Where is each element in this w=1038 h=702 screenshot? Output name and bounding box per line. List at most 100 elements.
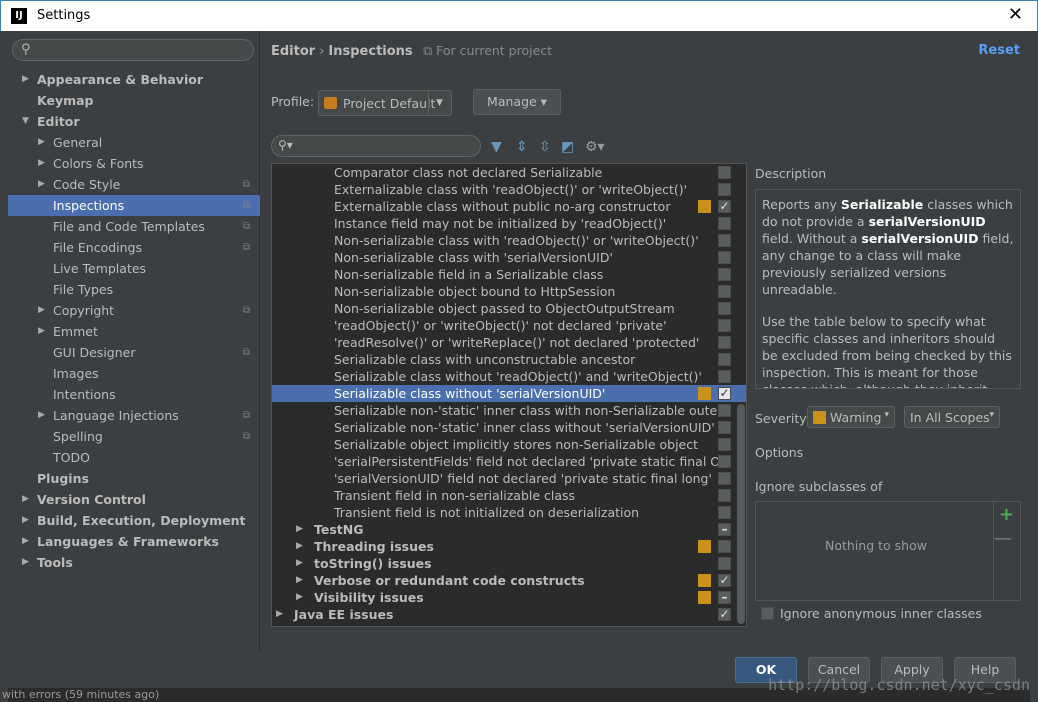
- inspection-row[interactable]: Serializable non-'static' inner class wi…: [272, 402, 746, 419]
- inspection-checkbox[interactable]: [718, 251, 731, 264]
- inspection-row[interactable]: ▶ Verbose or redundant code constructs ✓: [272, 572, 746, 589]
- inspection-checkbox[interactable]: [718, 285, 731, 298]
- sidebar-item[interactable]: ▶ Emmet: [8, 321, 260, 342]
- scope-dropdown[interactable]: In All Scopes ▾: [904, 406, 1000, 428]
- inspection-checkbox[interactable]: [718, 166, 731, 179]
- chevron-right-icon[interactable]: ▶: [22, 489, 29, 510]
- filter-icon[interactable]: ▼: [491, 139, 502, 155]
- sidebar-item[interactable]: ▶ Version Control: [8, 489, 260, 510]
- sidebar-item[interactable]: GUI Designer ⧉: [8, 342, 260, 363]
- inspection-row[interactable]: ▶ Threading issues: [272, 538, 746, 555]
- remove-icon[interactable]: —: [994, 528, 1012, 549]
- profile-dropdown[interactable]: Project Default ▼: [318, 90, 452, 116]
- inspection-checkbox[interactable]: –: [718, 523, 731, 536]
- inspection-checkbox[interactable]: [718, 302, 731, 315]
- inspection-checkbox[interactable]: [718, 455, 731, 468]
- ignore-subclasses-list[interactable]: Nothing to show + —: [755, 501, 1021, 601]
- inspection-row[interactable]: Non-serializable field in a Serializable…: [272, 266, 746, 283]
- inspection-row[interactable]: Serializable class with unconstructable …: [272, 351, 746, 368]
- sidebar-search-input[interactable]: ⚲: [12, 39, 254, 61]
- chevron-right-icon[interactable]: ▶: [276, 606, 283, 623]
- sidebar-item[interactable]: Images: [8, 363, 260, 384]
- inspection-search-input[interactable]: ⚲▾: [271, 135, 481, 157]
- inspection-checkbox[interactable]: [718, 506, 731, 519]
- sidebar-item[interactable]: Plugins: [8, 468, 260, 489]
- inspection-checkbox[interactable]: [718, 217, 731, 230]
- inspection-checkbox[interactable]: [718, 438, 731, 451]
- chevron-right-icon[interactable]: ▶: [38, 300, 45, 321]
- gear-icon[interactable]: ⚙▾: [585, 139, 605, 155]
- sidebar-item[interactable]: Live Templates: [8, 258, 260, 279]
- sidebar-item[interactable]: ▶ General: [8, 132, 260, 153]
- inspection-row[interactable]: 'readResolve()' or 'writeReplace()' not …: [272, 334, 746, 351]
- chevron-right-icon[interactable]: ▶: [38, 321, 45, 342]
- sidebar-item[interactable]: ▶ Colors & Fonts: [8, 153, 260, 174]
- sidebar-item[interactable]: Keymap: [8, 90, 260, 111]
- inspection-checkbox[interactable]: [718, 183, 731, 196]
- chevron-right-icon[interactable]: ▶: [296, 589, 303, 606]
- inspection-checkbox[interactable]: [718, 268, 731, 281]
- inspection-row[interactable]: Non-serializable class with 'serialVersi…: [272, 249, 746, 266]
- inspection-row[interactable]: Externalizable class with 'readObject()'…: [272, 181, 746, 198]
- sidebar-item[interactable]: ▶ Build, Execution, Deployment: [8, 510, 260, 531]
- reset-link[interactable]: Reset: [978, 43, 1020, 58]
- severity-dropdown[interactable]: Warning ▾: [807, 406, 895, 428]
- inspection-checkbox[interactable]: ✓: [718, 200, 731, 213]
- sidebar-item[interactable]: ▼ Editor: [8, 111, 260, 132]
- inspection-checkbox[interactable]: [718, 489, 731, 502]
- chevron-right-icon[interactable]: ▶: [296, 572, 303, 589]
- inspection-row[interactable]: 'readObject()' or 'writeObject()' not de…: [272, 317, 746, 334]
- inspection-row[interactable]: Comparator class not declared Serializab…: [272, 164, 746, 181]
- inspection-checkbox[interactable]: [718, 353, 731, 366]
- chevron-right-icon[interactable]: ▶: [296, 538, 303, 555]
- sidebar-item[interactable]: File Types: [8, 279, 260, 300]
- inspection-row[interactable]: Serializable class without 'readObject()…: [272, 368, 746, 385]
- ignore-anonymous-checkbox[interactable]: [761, 607, 774, 620]
- inspection-checkbox[interactable]: [718, 234, 731, 247]
- inspection-checkbox[interactable]: [718, 421, 731, 434]
- inspection-checkbox[interactable]: [718, 472, 731, 485]
- chevron-right-icon[interactable]: ▶: [38, 132, 45, 153]
- sidebar-item[interactable]: Intentions: [8, 384, 260, 405]
- inspection-checkbox[interactable]: [718, 540, 731, 553]
- inspection-checkbox[interactable]: [718, 319, 731, 332]
- inspection-checkbox[interactable]: ✓: [718, 608, 731, 621]
- inspection-row[interactable]: Serializable non-'static' inner class wi…: [272, 419, 746, 436]
- sidebar-item[interactable]: ▶ Tools: [8, 552, 260, 573]
- chevron-right-icon[interactable]: ▶: [22, 510, 29, 531]
- inspection-row[interactable]: ▶ TestNG –: [272, 521, 746, 538]
- inspection-checkbox[interactable]: ✓: [718, 387, 731, 400]
- breadcrumb-editor[interactable]: Editor: [271, 44, 315, 59]
- sidebar-item[interactable]: ▶ Appearance & Behavior: [8, 69, 260, 90]
- sidebar-item[interactable]: Inspections ⧉: [8, 195, 260, 216]
- inspection-row[interactable]: Serializable class without 'serialVersio…: [272, 385, 746, 402]
- inspection-checkbox[interactable]: [718, 336, 731, 349]
- inspection-row[interactable]: 'serialVersionUID' field not declared 'p…: [272, 470, 746, 487]
- sidebar-item[interactable]: ▶ Languages & Frameworks: [8, 531, 260, 552]
- add-icon[interactable]: +: [999, 504, 1014, 525]
- sidebar-item[interactable]: Spelling ⧉: [8, 426, 260, 447]
- chevron-down-icon[interactable]: ▼: [22, 111, 29, 132]
- chevron-right-icon[interactable]: ▶: [22, 552, 29, 573]
- sidebar-item[interactable]: TODO: [8, 447, 260, 468]
- chevron-right-icon[interactable]: ▶: [296, 555, 303, 572]
- inspection-row[interactable]: Non-serializable class with 'readObject(…: [272, 232, 746, 249]
- scrollbar-thumb[interactable]: [737, 404, 745, 624]
- inspection-row[interactable]: Instance field may not be initialized by…: [272, 215, 746, 232]
- inspection-checkbox[interactable]: [718, 404, 731, 417]
- inspection-row[interactable]: ▶ toString() issues: [272, 555, 746, 572]
- inspection-row[interactable]: 'serialPersistentFields' field not decla…: [272, 453, 746, 470]
- reset-to-default-icon[interactable]: ◩: [561, 139, 574, 155]
- inspection-row[interactable]: Transient field in non-serializable clas…: [272, 487, 746, 504]
- sidebar-item[interactable]: ▶ Language Injections ⧉: [8, 405, 260, 426]
- inspection-row[interactable]: Non-serializable object passed to Object…: [272, 300, 746, 317]
- inspection-checkbox[interactable]: [718, 370, 731, 383]
- inspection-checkbox[interactable]: –: [718, 591, 731, 604]
- inspection-row[interactable]: ▶ Java EE issues ✓: [272, 606, 746, 623]
- collapse-all-icon[interactable]: ⇳: [539, 139, 551, 155]
- sidebar-item[interactable]: File Encodings ⧉: [8, 237, 260, 258]
- sidebar-item[interactable]: ▶ Code Style ⧉: [8, 174, 260, 195]
- inspection-row[interactable]: Serializable object implicitly stores no…: [272, 436, 746, 453]
- close-icon[interactable]: ✕: [1008, 5, 1023, 25]
- expand-all-icon[interactable]: ⇕: [516, 139, 528, 155]
